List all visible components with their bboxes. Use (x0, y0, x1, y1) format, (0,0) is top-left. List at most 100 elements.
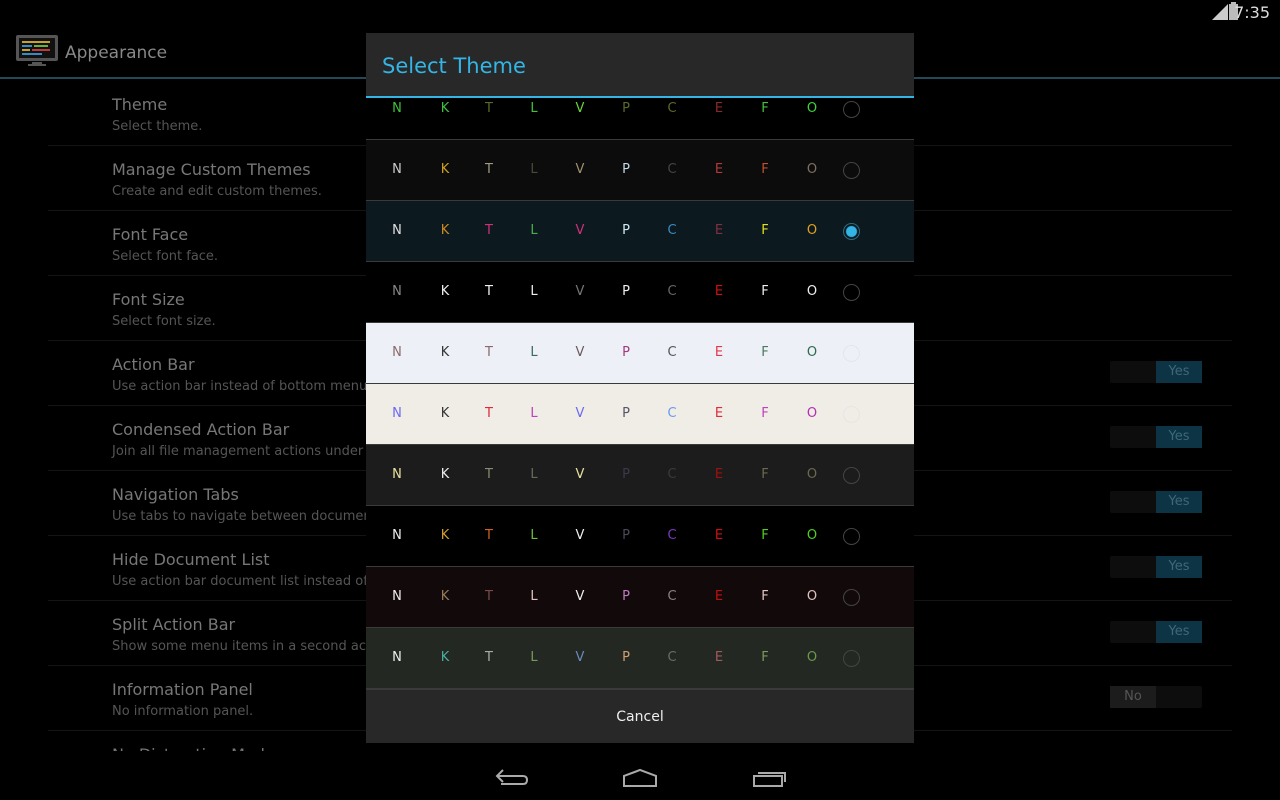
theme-color-sample: E (714, 345, 724, 360)
theme-radio[interactable] (843, 650, 860, 667)
theme-color-sample: V (575, 101, 585, 116)
theme-color-sample: T (485, 345, 493, 360)
theme-color-sample: K (440, 162, 450, 177)
toggle-state: Yes (1156, 491, 1202, 513)
theme-radio[interactable] (843, 406, 860, 423)
setting-title: Font Size (112, 290, 185, 309)
toggle-switch[interactable]: No (1110, 686, 1202, 708)
setting-summary: Select theme. (112, 119, 203, 134)
cancel-button[interactable]: Cancel (366, 689, 914, 743)
setting-title: Font Face (112, 225, 189, 244)
theme-color-sample: N (392, 528, 402, 543)
theme-color-sample: N (392, 101, 402, 116)
theme-color-sample: V (575, 467, 585, 482)
setting-summary: Use tabs to navigate between documents (112, 509, 384, 524)
theme-color-sample: L (530, 589, 538, 604)
theme-option[interactable]: NKTLVPCEFO (366, 384, 914, 445)
theme-color-sample: K (440, 101, 450, 116)
theme-color-sample: P (622, 467, 630, 482)
theme-color-sample: E (714, 284, 724, 299)
theme-color-sample: P (622, 101, 630, 116)
theme-color-sample: L (530, 284, 538, 299)
recent-apps-icon[interactable] (752, 768, 788, 788)
theme-color-sample: K (440, 284, 450, 299)
setting-title: Condensed Action Bar (112, 420, 290, 439)
theme-color-sample: P (622, 589, 630, 604)
toggle-state: Yes (1156, 621, 1202, 643)
theme-color-sample: V (575, 223, 585, 238)
theme-color-sample: O (806, 162, 818, 177)
theme-option[interactable]: NKTLVPCEFO (366, 98, 914, 140)
theme-color-sample: F (761, 528, 769, 543)
toggle-switch[interactable]: Yes (1110, 621, 1202, 643)
theme-radio[interactable] (843, 223, 860, 240)
theme-color-sample: N (392, 589, 402, 604)
setting-title: Manage Custom Themes (112, 160, 311, 179)
toggle-switch[interactable]: Yes (1110, 556, 1202, 578)
theme-color-sample: E (714, 528, 724, 543)
theme-color-sample: P (622, 345, 630, 360)
theme-color-sample: F (761, 650, 769, 665)
theme-color-sample: V (575, 162, 585, 177)
theme-option[interactable]: NKTLVPCEFO (366, 262, 914, 323)
theme-radio[interactable] (843, 101, 860, 118)
theme-color-sample: V (575, 528, 585, 543)
toggle-state: No (1110, 686, 1156, 708)
toggle-switch[interactable]: Yes (1110, 491, 1202, 513)
theme-radio[interactable] (843, 162, 860, 179)
theme-color-sample: F (761, 406, 769, 421)
theme-color-sample: K (440, 650, 450, 665)
theme-color-sample: L (530, 650, 538, 665)
theme-list[interactable]: N K T L V P C E F O N K T L V P C E F O N K T L V P C E F O N K T L V P C E F O… (366, 98, 914, 689)
theme-color-sample: P (622, 284, 630, 299)
setting-summary: Use action bar instead of bottom menu. (112, 379, 372, 394)
theme-color-sample: F (761, 284, 769, 299)
clock: 7:35 (1234, 3, 1270, 22)
theme-color-sample: E (714, 467, 724, 482)
theme-color-sample: N (392, 284, 402, 299)
theme-color-sample: O (806, 223, 818, 238)
theme-color-sample: V (575, 589, 585, 604)
theme-option[interactable]: NKTLVPCEFO (366, 567, 914, 628)
theme-option[interactable]: NKTLVPCEFO (366, 140, 914, 201)
theme-color-sample: C (667, 101, 677, 116)
theme-color-sample: N (392, 345, 402, 360)
theme-option[interactable]: NKTLVPCEFO (366, 628, 914, 689)
theme-color-sample: C (667, 162, 677, 177)
theme-color-sample: L (530, 101, 538, 116)
theme-radio[interactable] (843, 345, 860, 362)
theme-option[interactable]: NKTLVPCEFO (366, 506, 914, 567)
theme-color-sample: T (485, 162, 493, 177)
theme-color-sample: O (806, 589, 818, 604)
toggle-switch[interactable]: Yes (1110, 426, 1202, 448)
theme-color-sample: N (392, 406, 402, 421)
theme-radio[interactable] (843, 589, 860, 606)
theme-color-sample: C (667, 406, 677, 421)
theme-color-sample: E (714, 650, 724, 665)
status-bar: 7:35 (0, 0, 1280, 25)
home-icon[interactable] (622, 768, 658, 788)
navigation-bar (0, 752, 1280, 800)
theme-color-sample: V (575, 345, 585, 360)
setting-summary: Use action bar document list instead of … (112, 574, 390, 589)
setting-summary: Join all file management actions under a… (112, 444, 387, 459)
theme-radio[interactable] (843, 528, 860, 545)
theme-color-sample: E (714, 589, 724, 604)
setting-summary: Create and edit custom themes. (112, 184, 322, 199)
select-theme-dialog: Select Theme N K T L V P C E F O N K T L V P C E F O N K T L V P C… (366, 33, 914, 743)
monitor-icon[interactable] (16, 35, 58, 67)
theme-color-sample: O (806, 284, 818, 299)
theme-radio[interactable] (843, 467, 860, 484)
theme-option[interactable]: NKTLVPCEFO (366, 323, 914, 384)
theme-radio[interactable] (843, 284, 860, 301)
back-icon[interactable] (495, 768, 529, 788)
theme-option[interactable]: NKTLVPCEFO (366, 201, 914, 262)
toggle-switch[interactable]: Yes (1110, 361, 1202, 383)
setting-summary: Select font size. (112, 314, 216, 329)
theme-color-sample: E (714, 223, 724, 238)
screen-title: Appearance (65, 43, 168, 63)
toggle-state: Yes (1156, 556, 1202, 578)
theme-color-sample: L (530, 467, 538, 482)
setting-summary: Select font face. (112, 249, 219, 264)
theme-option[interactable]: NKTLVPCEFO (366, 445, 914, 506)
